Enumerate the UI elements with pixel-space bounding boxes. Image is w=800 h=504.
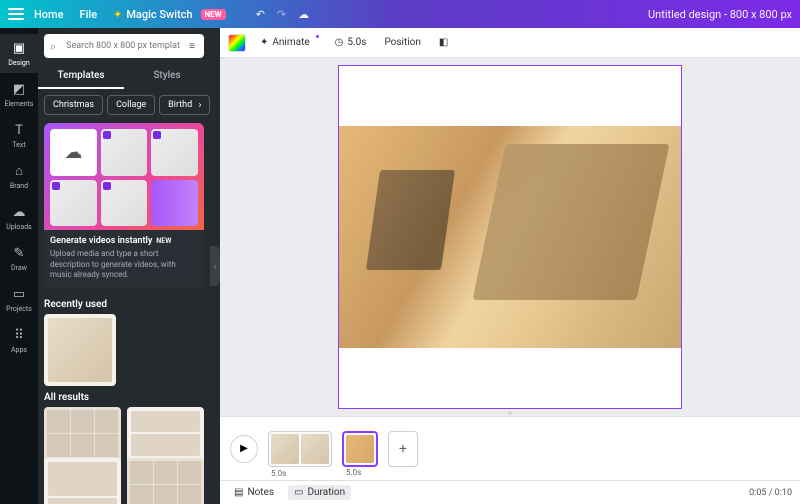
promo-thumb xyxy=(151,180,198,227)
duration-toggle[interactable]: ▭ Duration xyxy=(288,485,351,500)
notes-button[interactable]: ▤ Notes xyxy=(228,485,280,500)
promo-thumb xyxy=(151,129,198,176)
rail-label: Brand xyxy=(10,182,28,190)
add-page-button[interactable]: + xyxy=(388,431,418,467)
rail-label: Draw xyxy=(11,264,27,272)
animate-button[interactable]: ✦ Animate xyxy=(256,34,321,51)
timeline-clip-2[interactable]: 5.0s xyxy=(342,431,378,467)
recent-template-thumb[interactable] xyxy=(44,314,116,386)
magic-switch-label: Magic Switch xyxy=(126,8,192,21)
promo-desc: Upload media and type a short descriptio… xyxy=(50,249,198,280)
new-badge: NEW xyxy=(201,9,226,20)
position-button[interactable]: Position xyxy=(380,34,424,51)
timeline-clip-1[interactable]: 5.0s xyxy=(268,431,332,467)
promo-heading: Generate videos instantly xyxy=(50,236,152,246)
duration-label: Duration xyxy=(307,487,345,498)
text-icon: T xyxy=(11,122,27,138)
transparency-icon: ◧ xyxy=(439,37,448,48)
duration-icon: ▭ xyxy=(294,487,303,498)
chip-christmas[interactable]: Christmas xyxy=(44,95,103,115)
rail-projects[interactable]: ▭ Projects xyxy=(0,280,38,319)
chips-scroll-right[interactable]: › xyxy=(192,96,208,114)
rail-uploads[interactable]: ☁ Uploads xyxy=(0,198,38,237)
rail-label: Text xyxy=(12,141,25,149)
panel-collapse-handle[interactable]: ‹ xyxy=(210,28,220,504)
redo-icon[interactable]: ↷ xyxy=(277,8,286,21)
rail-brand[interactable]: ⌂ Brand xyxy=(0,157,38,196)
rail-label: Elements xyxy=(4,100,33,108)
timeline-expand-handle[interactable]: ⌃ xyxy=(490,411,530,421)
recently-used-heading: Recently used xyxy=(38,293,210,314)
rail-label: Design xyxy=(8,59,29,67)
undo-icon[interactable]: ↶ xyxy=(256,8,265,21)
playhead-time: 0:05 / 0:10 xyxy=(749,488,792,498)
clock-icon: ◷ xyxy=(335,37,344,48)
color-swatch[interactable] xyxy=(228,34,246,52)
rail-elements[interactable]: ◩ Elements xyxy=(0,75,38,114)
tab-styles[interactable]: Styles xyxy=(124,64,210,89)
clip-duration: 5.0s xyxy=(271,469,286,478)
document-title[interactable]: Untitled design - 800 x 800 px xyxy=(648,8,792,21)
template-thumb[interactable] xyxy=(44,458,121,504)
elements-icon: ◩ xyxy=(11,81,27,97)
duration-label: 5.0s xyxy=(347,37,366,48)
rail-label: Projects xyxy=(6,305,32,313)
animate-icon: ✦ xyxy=(260,37,268,48)
promo-thumb xyxy=(101,129,148,176)
play-button[interactable]: ▶ xyxy=(230,435,258,463)
brand-icon: ⌂ xyxy=(11,163,27,179)
promo-thumb xyxy=(101,180,148,227)
projects-icon: ▭ xyxy=(11,286,27,302)
hamburger-menu[interactable] xyxy=(8,6,24,22)
uploads-icon: ☁ xyxy=(11,204,27,220)
rail-apps[interactable]: ⠿ Apps xyxy=(0,321,38,360)
design-icon: ▣ xyxy=(11,40,27,56)
rail-design[interactable]: ▣ Design xyxy=(0,34,38,73)
canvas-viewport[interactable] xyxy=(220,58,800,416)
template-search[interactable]: ⌕ ≡ xyxy=(44,34,204,58)
rail-label: Apps xyxy=(11,346,27,354)
home-nav[interactable]: Home xyxy=(34,8,64,21)
duration-button[interactable]: ◷ 5.0s xyxy=(331,34,371,51)
notes-icon: ▤ xyxy=(234,487,243,498)
promo-thumb xyxy=(50,180,97,227)
filter-icon[interactable]: ≡ xyxy=(186,39,198,53)
file-nav[interactable]: File xyxy=(80,8,98,21)
notification-dot-icon xyxy=(316,35,319,38)
animate-label: Animate xyxy=(272,37,309,48)
rail-draw[interactable]: ✎ Draw xyxy=(0,239,38,278)
rail-text[interactable]: T Text xyxy=(0,116,38,155)
promo-card[interactable]: ☁ Generate videos instantly NEW Upload me… xyxy=(44,123,204,287)
chip-collage[interactable]: Collage xyxy=(107,95,155,115)
promo-upload-icon: ☁ xyxy=(50,129,97,176)
search-icon: ⌕ xyxy=(50,40,60,52)
search-input[interactable] xyxy=(66,41,180,51)
rail-label: Uploads xyxy=(6,223,32,231)
tab-templates[interactable]: Templates xyxy=(38,64,124,89)
draw-icon: ✎ xyxy=(11,245,27,261)
cloud-sync-icon[interactable]: ☁ xyxy=(298,8,309,21)
clip-duration: 5.0s xyxy=(346,468,361,477)
sparkle-icon: ✦ xyxy=(113,8,122,21)
placed-image[interactable] xyxy=(339,126,681,348)
new-badge: NEW xyxy=(156,237,171,245)
magic-switch-nav[interactable]: ✦ Magic Switch NEW xyxy=(113,8,226,21)
notes-label: Notes xyxy=(247,487,274,498)
artboard[interactable] xyxy=(338,65,682,409)
template-thumb[interactable] xyxy=(127,458,204,504)
all-results-heading: All results xyxy=(38,386,210,407)
apps-icon: ⠿ xyxy=(11,327,27,343)
transparency-button[interactable]: ◧ xyxy=(435,34,452,51)
